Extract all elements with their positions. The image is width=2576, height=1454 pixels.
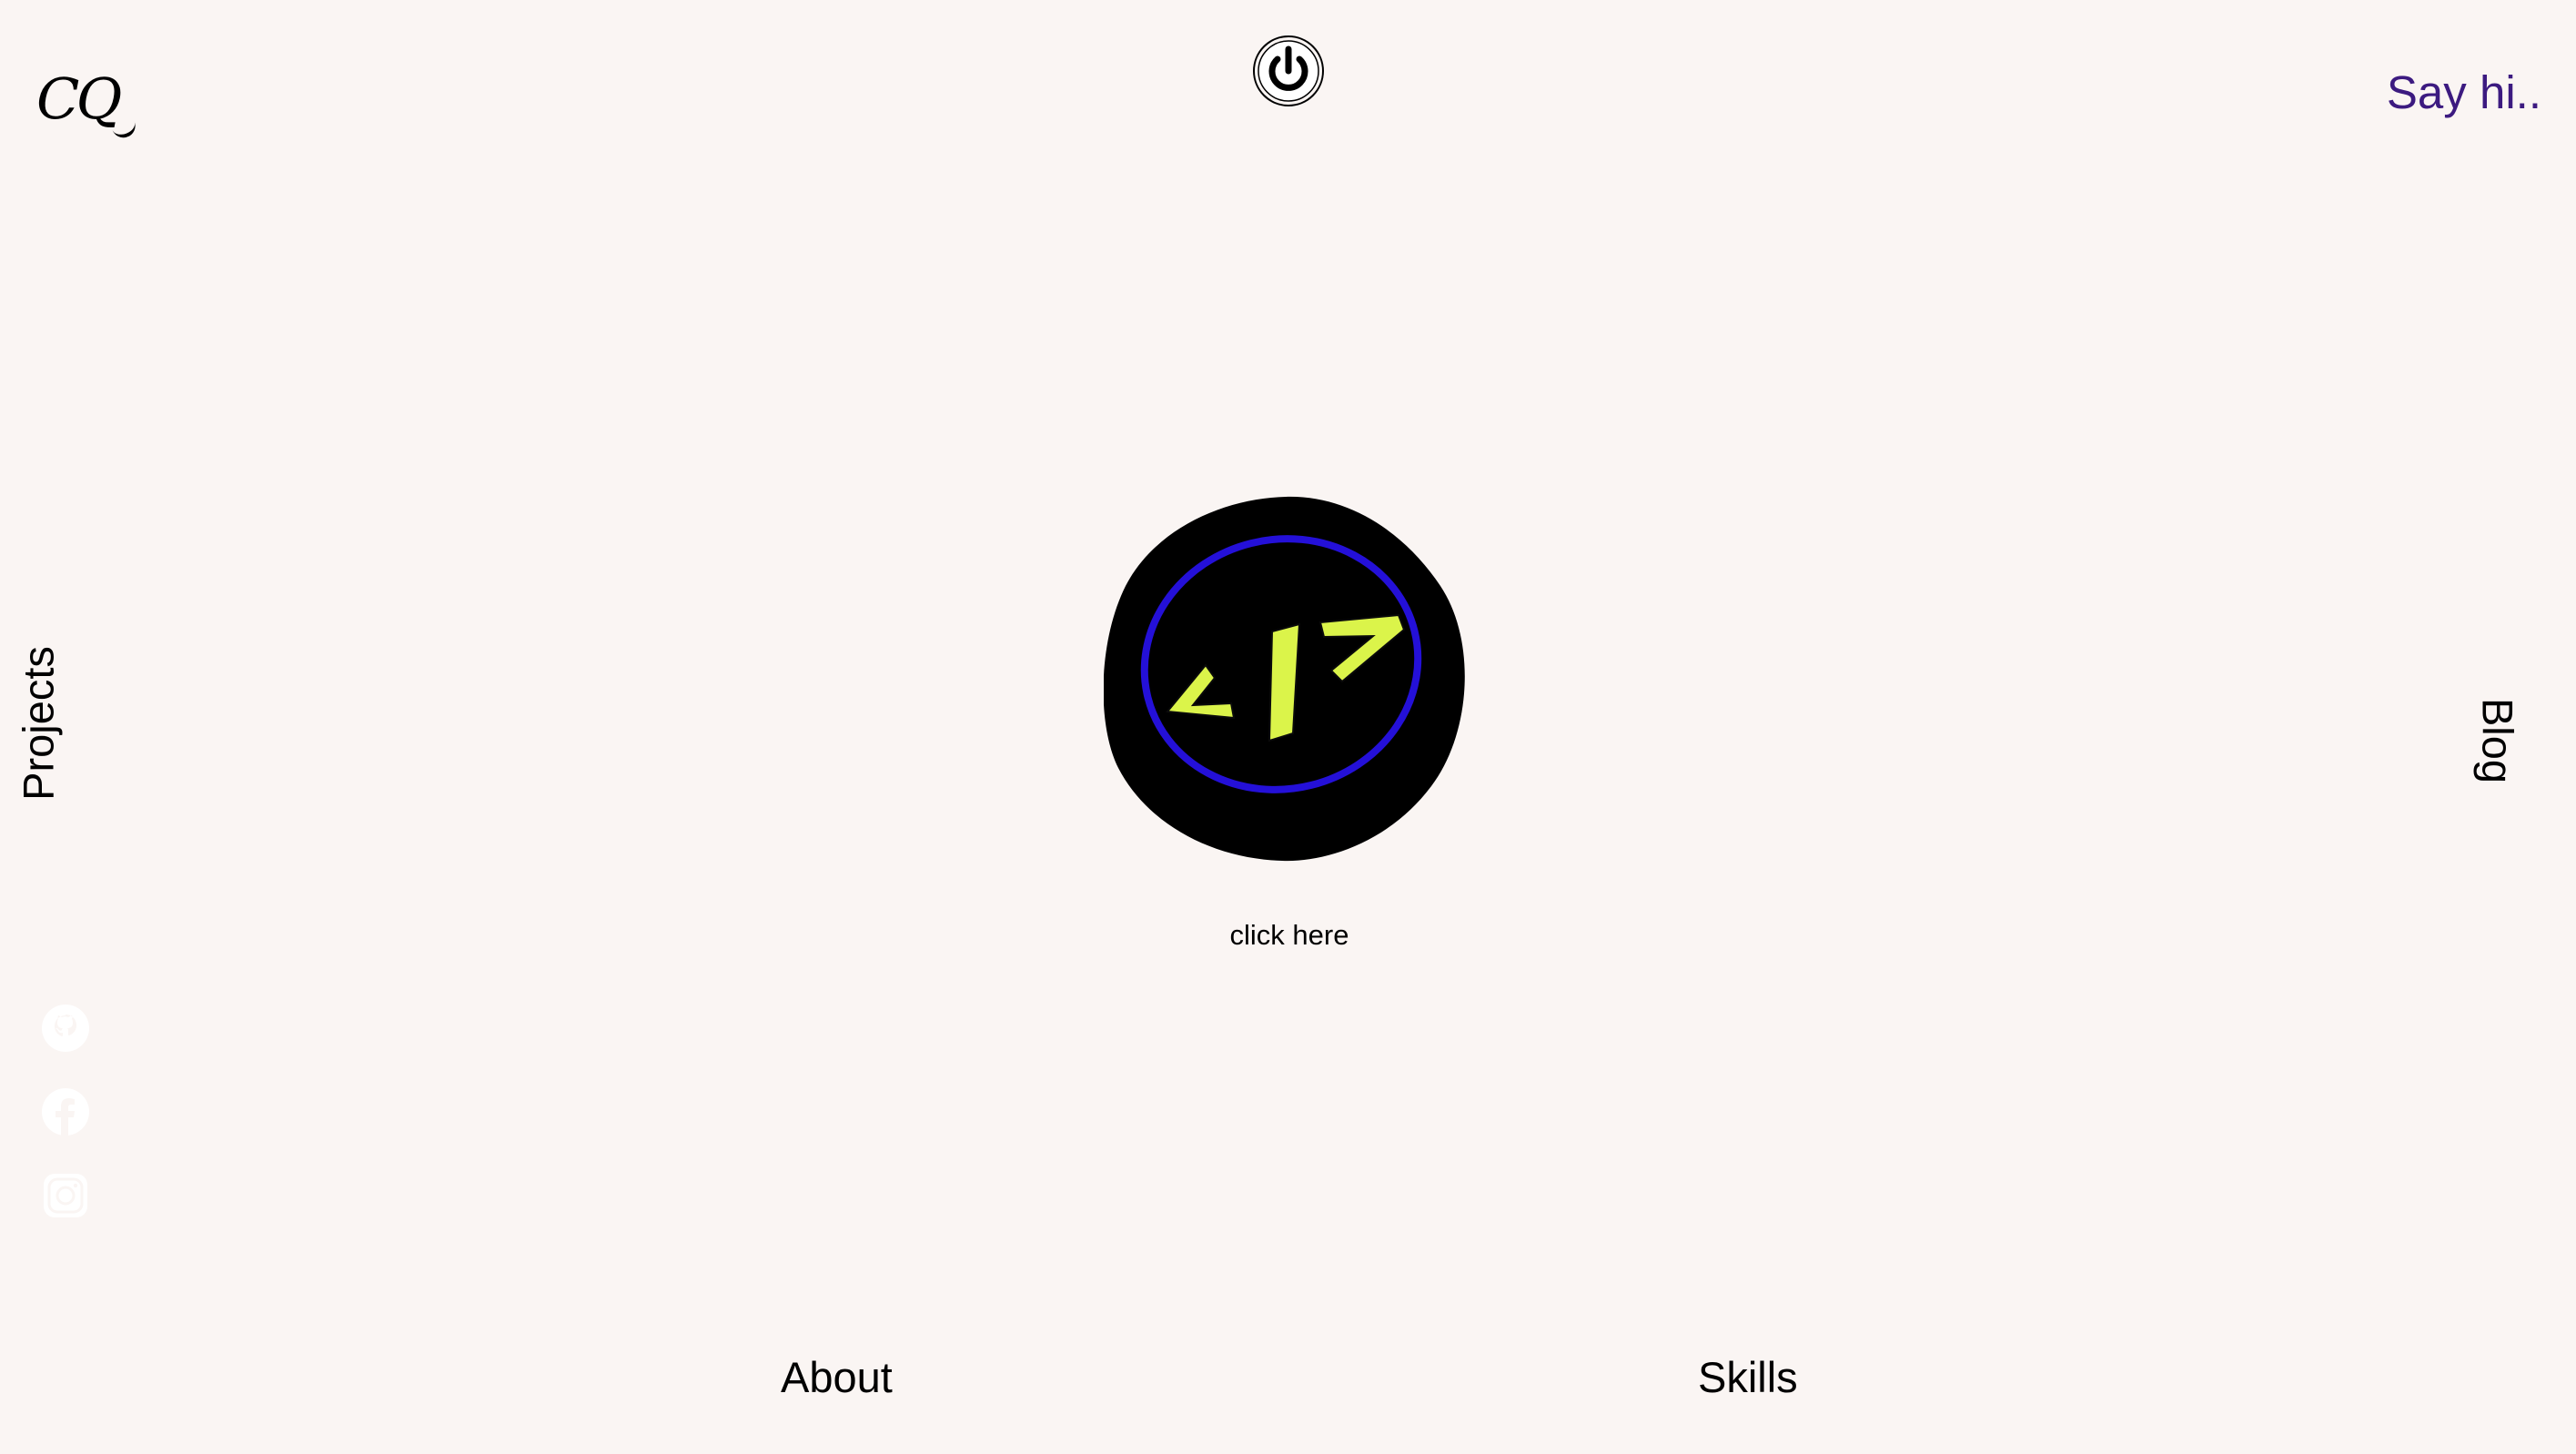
github-icon[interactable] [40,1003,91,1054]
instagram-icon[interactable] [40,1170,91,1221]
logo[interactable]: CQ [36,71,139,141]
about-link[interactable]: About [781,1356,893,1398]
logo-text: CQ [36,66,122,132]
skills-link[interactable]: Skills [1698,1356,1798,1398]
click-here-caption: click here [1229,919,1349,951]
projects-link[interactable]: Projects [15,646,63,801]
power-icon[interactable] [1252,35,1325,107]
facebook-icon[interactable] [40,1086,91,1137]
say-hi-link[interactable]: Say hi.. [2387,69,2541,116]
blog-link[interactable]: Blog [2474,698,2522,783]
code-button[interactable] [1103,495,1471,863]
